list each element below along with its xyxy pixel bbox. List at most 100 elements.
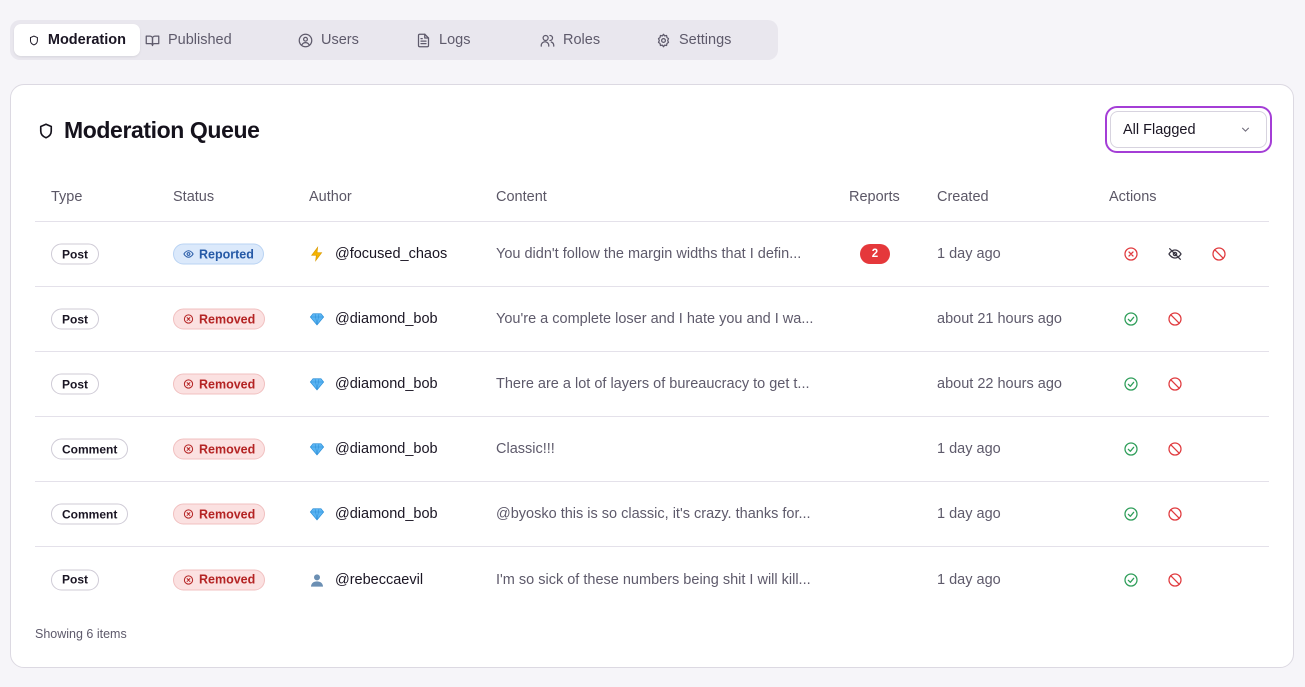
tab-users[interactable]: Users [280, 24, 410, 56]
author-name[interactable]: @rebeccaevil [335, 572, 423, 588]
filter-select-box[interactable]: All Flagged [1110, 111, 1267, 148]
status-label: Removed [199, 572, 256, 587]
content-text[interactable]: You didn't follow the margin widths that… [496, 246, 801, 262]
tab-moderation[interactable]: Moderation [14, 24, 140, 56]
type-badge: Post [51, 308, 100, 330]
header-content: Content [496, 189, 547, 205]
moderation-card: Moderation Queue All Flagged Type Status… [10, 84, 1294, 668]
gear-icon [657, 33, 670, 47]
file-text-icon [417, 33, 430, 47]
eye-icon [183, 250, 194, 258]
eye-off-icon [1168, 248, 1182, 260]
check-circle-icon [1124, 442, 1138, 456]
content-text[interactable]: Classic!!! [496, 441, 555, 457]
content-text[interactable]: @byosko this is so classic, it's crazy. … [496, 506, 811, 522]
diamond-icon [309, 376, 325, 392]
content-text[interactable]: There are a lot of layers of bureaucracy… [496, 376, 810, 392]
ban-icon [1168, 442, 1182, 456]
tab-roles[interactable]: Roles [540, 24, 656, 56]
table-row: Post Removed @diamond_bob You're a compl… [35, 287, 1269, 352]
author-name[interactable]: @diamond_bob [335, 311, 438, 327]
type-badge: Post [51, 373, 100, 395]
check-circle-icon [1124, 312, 1138, 326]
moderation-table: Type Status Author Content Reports Creat… [35, 177, 1269, 612]
check-circle-icon [1124, 507, 1138, 521]
book-icon [145, 35, 160, 46]
created-time: 1 day ago [937, 441, 1001, 457]
status-badge: Reported [173, 243, 264, 265]
x-circle-icon [183, 314, 194, 324]
header-status: Status [173, 189, 215, 205]
user-circle-icon [298, 33, 313, 47]
status-label: Reported [199, 247, 254, 261]
ban-button[interactable] [1153, 307, 1197, 331]
created-time: 1 day ago [937, 506, 1001, 522]
table-row: Comment Removed @diamond_bob @byosko thi… [35, 482, 1269, 547]
reports-count-badge: 2 [860, 244, 890, 264]
author-name[interactable]: @diamond_bob [335, 376, 438, 392]
tab-label: Moderation [47, 32, 126, 48]
diamond-icon [309, 441, 325, 457]
page-title: Moderation Queue [37, 117, 260, 144]
shield-icon [39, 122, 53, 139]
ban-button[interactable] [1153, 372, 1197, 396]
tab-settings[interactable]: Settings [656, 24, 772, 56]
content-text[interactable]: I'm so sick of these numbers being shit … [496, 572, 811, 588]
status-badge: Removed [173, 373, 266, 395]
header-created: Created [937, 189, 989, 205]
header-author: Author [309, 189, 352, 205]
users-icon [540, 34, 555, 47]
status-label: Removed [199, 377, 256, 391]
created-time: about 22 hours ago [937, 376, 1062, 392]
x-circle-icon [183, 444, 194, 454]
ban-button[interactable] [1153, 502, 1197, 526]
tab-label: Roles [563, 32, 601, 48]
chevron-down-icon [1241, 127, 1250, 132]
tab-label: Logs [439, 32, 471, 48]
filter-select-value: All Flagged [1123, 121, 1196, 138]
lightning-icon [309, 246, 325, 262]
page-title-text: Moderation Queue [64, 117, 260, 143]
ban-button[interactable] [1197, 242, 1241, 266]
approve-button[interactable] [1109, 437, 1153, 461]
ban-button[interactable] [1153, 437, 1197, 461]
author-name[interactable]: @diamond_bob [335, 506, 438, 522]
filter-select[interactable]: All Flagged [1105, 106, 1272, 153]
table-row: Post Removed @rebeccaevil I'm so sick of… [35, 547, 1269, 612]
table-header: Type Status Author Content Reports Creat… [35, 177, 1269, 222]
ban-button[interactable] [1153, 568, 1197, 592]
approve-button[interactable] [1109, 372, 1153, 396]
tab-published[interactable]: Published [140, 24, 280, 56]
status-badge: Removed [173, 569, 266, 590]
approve-button[interactable] [1109, 307, 1153, 331]
status-badge: Removed [173, 438, 266, 460]
x-circle-icon [183, 574, 194, 585]
ban-icon [1168, 572, 1182, 587]
status-label: Removed [199, 507, 256, 521]
header-actions: Actions [1109, 189, 1157, 205]
tab-label: Published [168, 32, 232, 48]
hide-button[interactable] [1153, 242, 1197, 266]
type-badge: Post [51, 243, 100, 265]
ban-icon [1168, 377, 1182, 391]
type-badge: Comment [51, 438, 129, 460]
person-icon [309, 572, 325, 588]
table-row: Post Reported @focused_chaos You didn't … [35, 222, 1269, 287]
approve-button[interactable] [1109, 502, 1153, 526]
author-name[interactable]: @diamond_bob [335, 441, 438, 457]
tab-logs[interactable]: Logs [410, 24, 540, 56]
check-circle-icon [1124, 377, 1138, 391]
remove-button[interactable] [1109, 242, 1153, 266]
shield-icon [29, 35, 38, 45]
tab-label: Settings [679, 32, 732, 48]
table-row: Comment Removed @diamond_bob Classic!!! … [35, 417, 1269, 482]
approve-button[interactable] [1109, 568, 1153, 592]
diamond-icon [309, 506, 325, 522]
author-name[interactable]: @focused_chaos [335, 246, 447, 262]
ban-icon [1168, 507, 1182, 521]
created-time: about 21 hours ago [937, 311, 1062, 327]
type-badge: Post [51, 569, 100, 590]
check-circle-icon [1124, 572, 1138, 587]
content-text[interactable]: You're a complete loser and I hate you a… [496, 311, 813, 327]
created-time: 1 day ago [937, 571, 1001, 588]
